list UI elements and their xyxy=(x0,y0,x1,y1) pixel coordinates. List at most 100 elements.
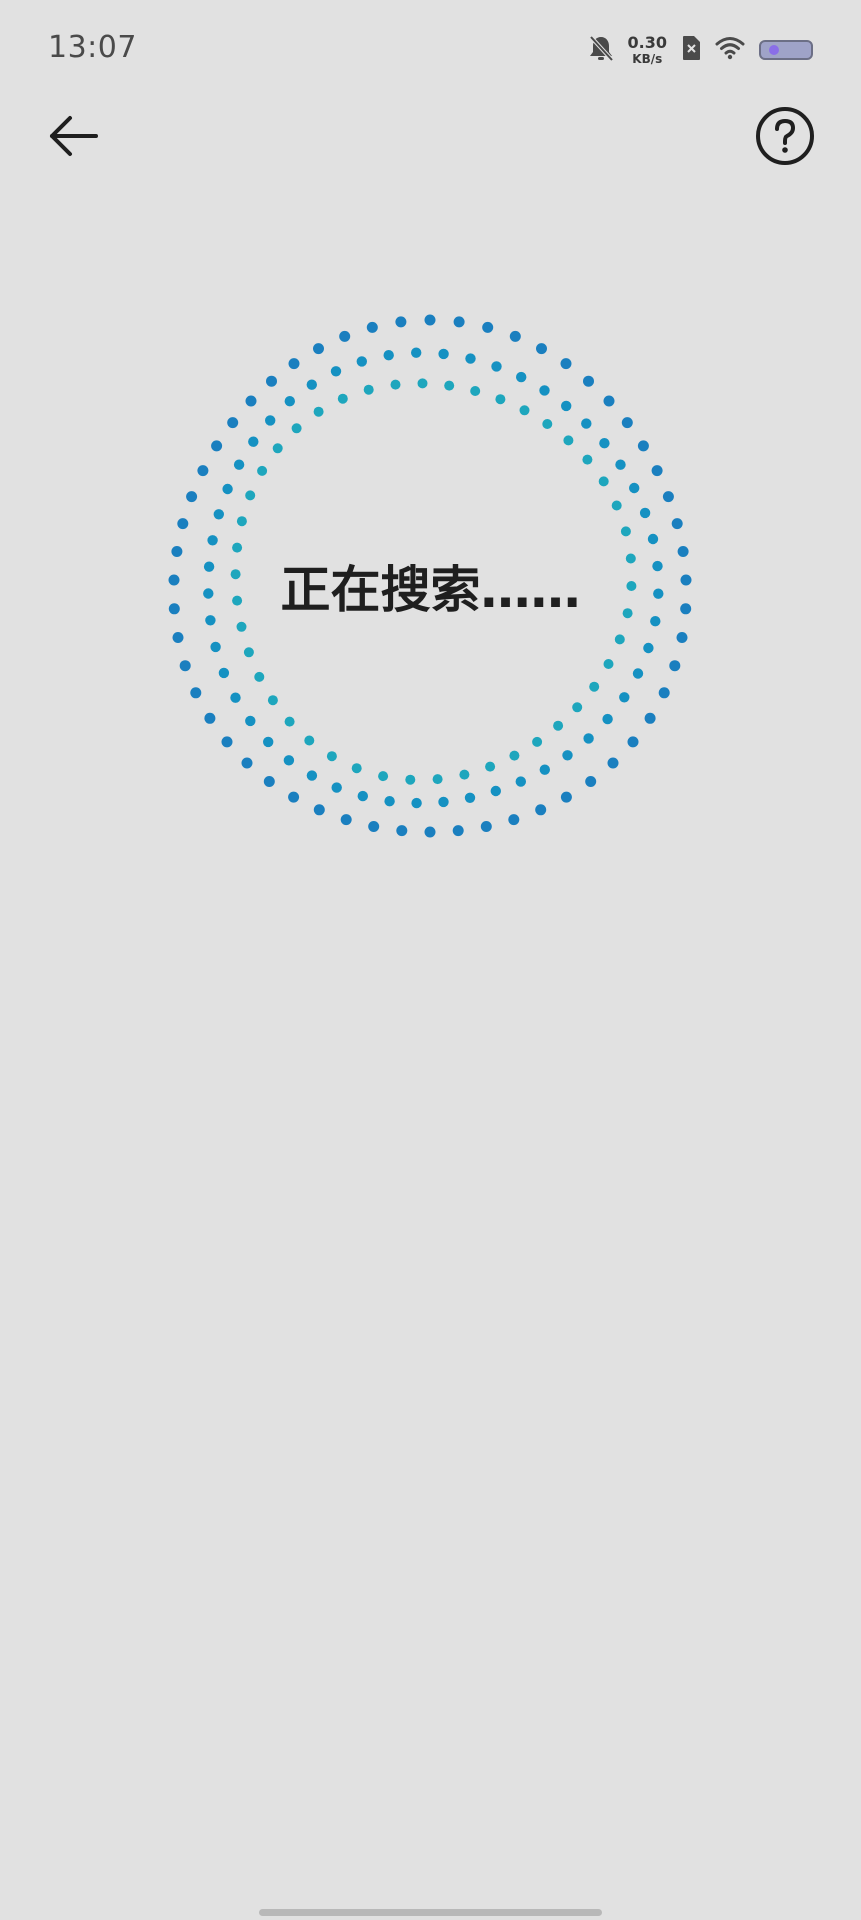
ring-dot xyxy=(356,356,367,367)
ring-dot xyxy=(651,465,663,477)
ring-dot xyxy=(619,692,630,703)
ring-dot xyxy=(599,438,610,449)
ring-dot xyxy=(236,621,247,632)
searching-status-text: 正在搜索…… xyxy=(280,561,581,619)
ring-dot xyxy=(204,712,216,724)
ring-dot xyxy=(411,797,422,809)
ring-dot xyxy=(227,417,239,429)
ring-dot xyxy=(589,681,600,692)
ring-dot xyxy=(539,764,550,775)
ring-dot xyxy=(265,415,276,426)
ring-dot xyxy=(313,343,324,355)
ring-dot xyxy=(539,385,550,396)
ring-dot xyxy=(452,825,464,837)
ring-dot xyxy=(582,454,593,465)
ring-dot xyxy=(218,667,230,679)
ring-dot xyxy=(444,380,455,391)
ring-dot xyxy=(490,785,501,797)
ring-dot xyxy=(583,375,594,387)
ring-dot xyxy=(647,533,659,545)
ring-dot xyxy=(384,796,395,807)
ring-dot xyxy=(257,465,268,476)
ring-dot xyxy=(330,366,342,377)
ring-dot xyxy=(669,660,681,672)
ring-dot xyxy=(245,715,256,727)
ring-dot xyxy=(639,507,651,519)
ring-dot xyxy=(288,358,300,370)
ring-dot xyxy=(243,647,254,658)
ring-dot xyxy=(357,790,368,802)
ring-dot xyxy=(611,500,622,511)
ring-dot xyxy=(207,535,218,546)
ring-dot xyxy=(515,776,526,787)
ring-dot xyxy=(614,634,625,645)
ring-dot xyxy=(337,393,348,404)
ring-dot xyxy=(563,435,574,446)
ring-dot xyxy=(313,804,325,816)
ring-dot xyxy=(230,692,241,703)
ring-dot xyxy=(480,821,492,832)
ring-dot xyxy=(453,316,465,328)
ring-dot xyxy=(284,716,295,727)
ring-dot xyxy=(424,826,436,838)
ring-dot xyxy=(459,769,470,780)
ring-dot xyxy=(263,736,274,748)
ring-dot xyxy=(509,750,520,761)
ring-dot xyxy=(340,814,352,826)
ring-dot xyxy=(396,825,408,837)
ring-dot xyxy=(363,384,374,395)
ring-dot xyxy=(438,348,449,360)
ring-dot xyxy=(236,516,247,527)
ring-dot xyxy=(621,417,633,429)
ring-dot xyxy=(432,774,443,785)
ring-dot xyxy=(561,400,572,412)
ring-dot xyxy=(390,379,401,390)
ring-dot xyxy=(509,330,521,342)
ring-dot xyxy=(233,459,245,470)
ring-dot xyxy=(508,814,520,826)
ring-dot xyxy=(283,755,295,766)
ring-dot xyxy=(177,518,189,530)
ring-dot xyxy=(603,395,615,407)
ring-dot xyxy=(553,720,564,731)
ring-dot xyxy=(482,321,494,333)
ring-dot xyxy=(632,668,644,679)
ring-dot xyxy=(470,386,481,396)
ring-dot xyxy=(272,443,283,454)
ring-dot xyxy=(572,702,583,713)
ring-dot xyxy=(172,632,184,643)
ring-dot xyxy=(313,406,324,417)
ring-dot xyxy=(417,378,428,389)
ring-dot xyxy=(291,423,302,434)
ring-dot xyxy=(491,361,502,372)
ring-dot xyxy=(366,321,378,333)
ring-dot xyxy=(197,465,209,477)
ring-dot xyxy=(602,713,613,725)
ring-dot xyxy=(213,509,224,520)
ring-dot xyxy=(241,757,253,769)
ring-dot xyxy=(465,353,476,364)
searching-rings-animation xyxy=(168,314,692,838)
ring-dot xyxy=(263,776,275,787)
ring-dot xyxy=(662,491,674,503)
ring-dot xyxy=(222,483,233,495)
ring-dot xyxy=(603,659,614,669)
ring-dot xyxy=(368,821,380,832)
ring-dot xyxy=(248,436,259,447)
ring-dot xyxy=(210,641,221,653)
ring-dot xyxy=(627,736,639,748)
ring-dot xyxy=(532,736,543,747)
ring-dot xyxy=(485,761,496,772)
ring-dot xyxy=(288,791,300,803)
ring-dot xyxy=(560,791,572,803)
ring-dot xyxy=(186,491,198,503)
ring-dot xyxy=(583,733,594,744)
ring-dot xyxy=(211,440,223,452)
ring-dot xyxy=(562,750,573,761)
ring-dot xyxy=(536,343,547,355)
ring-dot xyxy=(671,518,683,530)
ring-dot xyxy=(383,350,394,361)
ring-dot xyxy=(658,687,670,699)
ring-dot xyxy=(643,642,654,654)
ring-dot xyxy=(495,394,506,405)
